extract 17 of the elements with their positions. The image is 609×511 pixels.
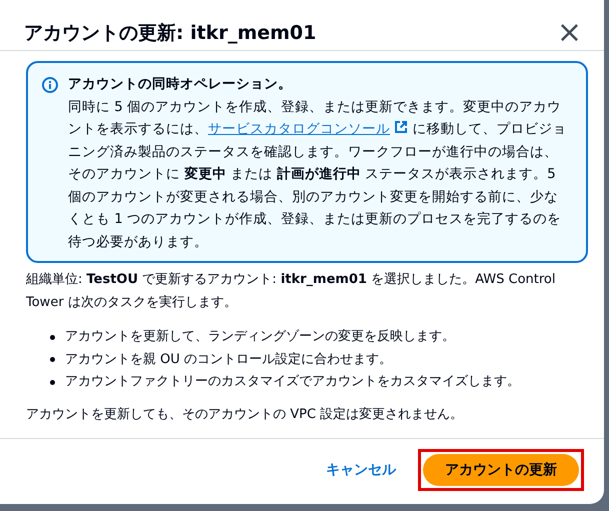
note-text: アカウントを更新しても、そのアカウントの VPC 設定は変更されません。 bbox=[26, 406, 464, 424]
task-text: アカウントファクトリーのカスタマイズでアカウントをカスタマイズします。 bbox=[65, 373, 520, 391]
update-button[interactable]: アカウントの更新 bbox=[423, 454, 579, 486]
bullet-icon bbox=[50, 357, 55, 362]
dialog-title: アカウントの更新: itkr_mem01 bbox=[24, 21, 316, 46]
alert-text: 同時に 5 個のアカウントを作成、登録、または更新できます。変更中のアカウントを表示するには、サービスカタログコンソール に移動して、プロビジョニング済み製品のステータスを確認します。ワークフローが進行中の場合は、そのアカウントに 変更中 または 計画が進行中 ステータスが表示されます。5 個のアカウントが変更される場合、別のアカウント変更を開始する前に、少なくとも 1 つのアカウントが作成、登録、または更新のプロセスを完了するのを待つ必要があります。 bbox=[68, 98, 568, 252]
external-link-icon bbox=[394, 120, 408, 134]
info-icon bbox=[42, 77, 58, 93]
task-text: アカウントを更新して、ランディングゾーンの変更を反映します。 bbox=[65, 328, 455, 346]
cancel-button[interactable]: キャンセル bbox=[322, 455, 400, 485]
bullet-icon bbox=[50, 380, 55, 385]
console-link[interactable]: サービスカタログコンソール bbox=[208, 121, 408, 137]
bullet-icon bbox=[50, 334, 55, 340]
alert-heading: アカウントの同時オペレーション。 bbox=[68, 75, 293, 94]
intro-text: 組織単位: TestOU で更新するアカウント: itkr_mem01 を選択しました。AWS Control Tower は次のタスクを実行します。 bbox=[26, 271, 556, 312]
task-text: アカウントを親 OU のコントロール設定に合わせます。 bbox=[65, 350, 392, 368]
close-button[interactable]: × bbox=[554, 20, 584, 46]
